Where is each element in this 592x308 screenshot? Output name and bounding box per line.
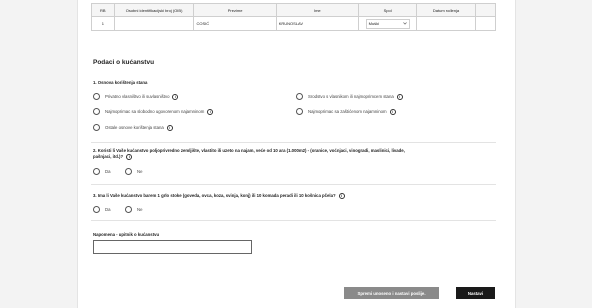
q2-title-line2: pašnjaci, itd.)? [93, 154, 124, 159]
q3-title: 3. Ima li Vaše kućanstvo barem 1 grlo st… [93, 193, 336, 198]
note-label: Napomena - upitnik o kućanstvu [93, 232, 160, 237]
radio-button[interactable] [125, 206, 132, 213]
q1-option-kinship[interactable]: Srodstvo s vlasnikom ili najmoprimcem st… [296, 93, 403, 100]
option-label: Ostale osnove korištenja stana [105, 125, 164, 130]
option-label: Srodstvo s vlasnikom ili najmoprimcem st… [308, 94, 394, 99]
no-label: Ne [137, 207, 143, 212]
q1-option-private[interactable]: Privatno vlasništvo ili suvlasništvo i [93, 93, 179, 100]
radio-button[interactable] [93, 93, 100, 100]
q2-title-line1: 2. Koristi li Vaše kućanstvo poljoprivre… [93, 148, 405, 153]
radio-button[interactable] [93, 168, 100, 175]
option-label: Najmoprimac sa zaštićenom najamninom [308, 109, 387, 114]
save-continue-later-button[interactable]: Spremi unoseno i nastavi poslije. [344, 287, 439, 299]
cell-oib[interactable] [113, 16, 195, 31]
cell-datum[interactable] [416, 16, 476, 31]
no-label: Ne [137, 169, 143, 174]
q1-option-protected-rent[interactable]: Najmoprimac sa zaštićenom najamninom i [296, 108, 396, 115]
option-label: Privatno vlasništvo ili suvlasništvo [105, 94, 170, 99]
radio-button[interactable] [296, 108, 303, 115]
continue-button[interactable]: Nastavi [456, 287, 495, 299]
q2-yes[interactable]: Da [93, 168, 111, 175]
note-input[interactable] [93, 240, 252, 254]
col-actions [474, 3, 497, 17]
chevron-down-icon [402, 22, 407, 25]
table-header-row: RB Osobni identifikacijski broj (OIB) Pr… [91, 3, 497, 17]
yes-label: Da [105, 169, 111, 174]
q1-option-free-rent[interactable]: Najmoprimac sa slobodno ugovorenom najam… [93, 108, 214, 115]
q2-title: 2. Koristi li Vaše kućanstvo poljoprivre… [93, 148, 488, 160]
radio-button[interactable] [296, 93, 303, 100]
q1-option-other[interactable]: Ostale osnove korištenja stana i [93, 124, 173, 131]
divider [91, 220, 496, 221]
info-icon[interactable]: i [172, 93, 179, 100]
info-icon[interactable]: i [389, 108, 396, 115]
cell-ime[interactable]: KRUNOSLAV [275, 16, 359, 31]
col-spol: Spol [357, 3, 418, 17]
col-rb: RB [91, 3, 115, 17]
info-icon[interactable]: i [396, 93, 403, 100]
cell-rb: 1 [91, 16, 115, 31]
gender-select[interactable]: Muški [365, 18, 410, 29]
table-row: 1 COSIĆ KRUNOSLAV Muški [91, 16, 497, 31]
q3-title-row: 3. Ima li Vaše kućanstvo barem 1 grlo st… [93, 193, 345, 199]
info-icon[interactable]: i [166, 124, 173, 131]
col-datum: Datum rođenja [416, 3, 476, 17]
gender-select-value: Muški [368, 21, 380, 26]
col-prezime: Prezime [193, 3, 277, 17]
radio-button[interactable] [93, 108, 100, 115]
radio-button[interactable] [125, 168, 132, 175]
info-icon[interactable]: i [338, 193, 345, 199]
radio-button[interactable] [93, 206, 100, 213]
cell-action [474, 16, 497, 31]
col-oib: Osobni identifikacijski broj (OIB) [113, 3, 195, 17]
radio-button[interactable] [93, 124, 100, 131]
form-card: RB Osobni identifikacijski broj (OIB) Pr… [77, 0, 516, 308]
household-members-table: RB Osobni identifikacijski broj (OIB) Pr… [91, 3, 497, 31]
col-ime: Ime [275, 3, 359, 17]
q3-yes[interactable]: Da [93, 206, 111, 213]
info-icon[interactable]: i [126, 154, 133, 160]
q2-no[interactable]: Ne [125, 168, 143, 175]
cell-prezime[interactable]: COSIĆ [193, 16, 277, 31]
yes-label: Da [105, 207, 111, 212]
cell-spol: Muški [357, 16, 418, 31]
option-label: Najmoprimac sa slobodno ugovorenom najam… [105, 109, 205, 114]
q1-title: 1. Osnova korištenja stana [93, 80, 148, 85]
info-icon[interactable]: i [207, 108, 214, 115]
divider [91, 184, 496, 185]
q3-no[interactable]: Ne [125, 206, 143, 213]
divider [91, 142, 496, 143]
section-title: Podaci o kućanstvu [93, 59, 155, 66]
